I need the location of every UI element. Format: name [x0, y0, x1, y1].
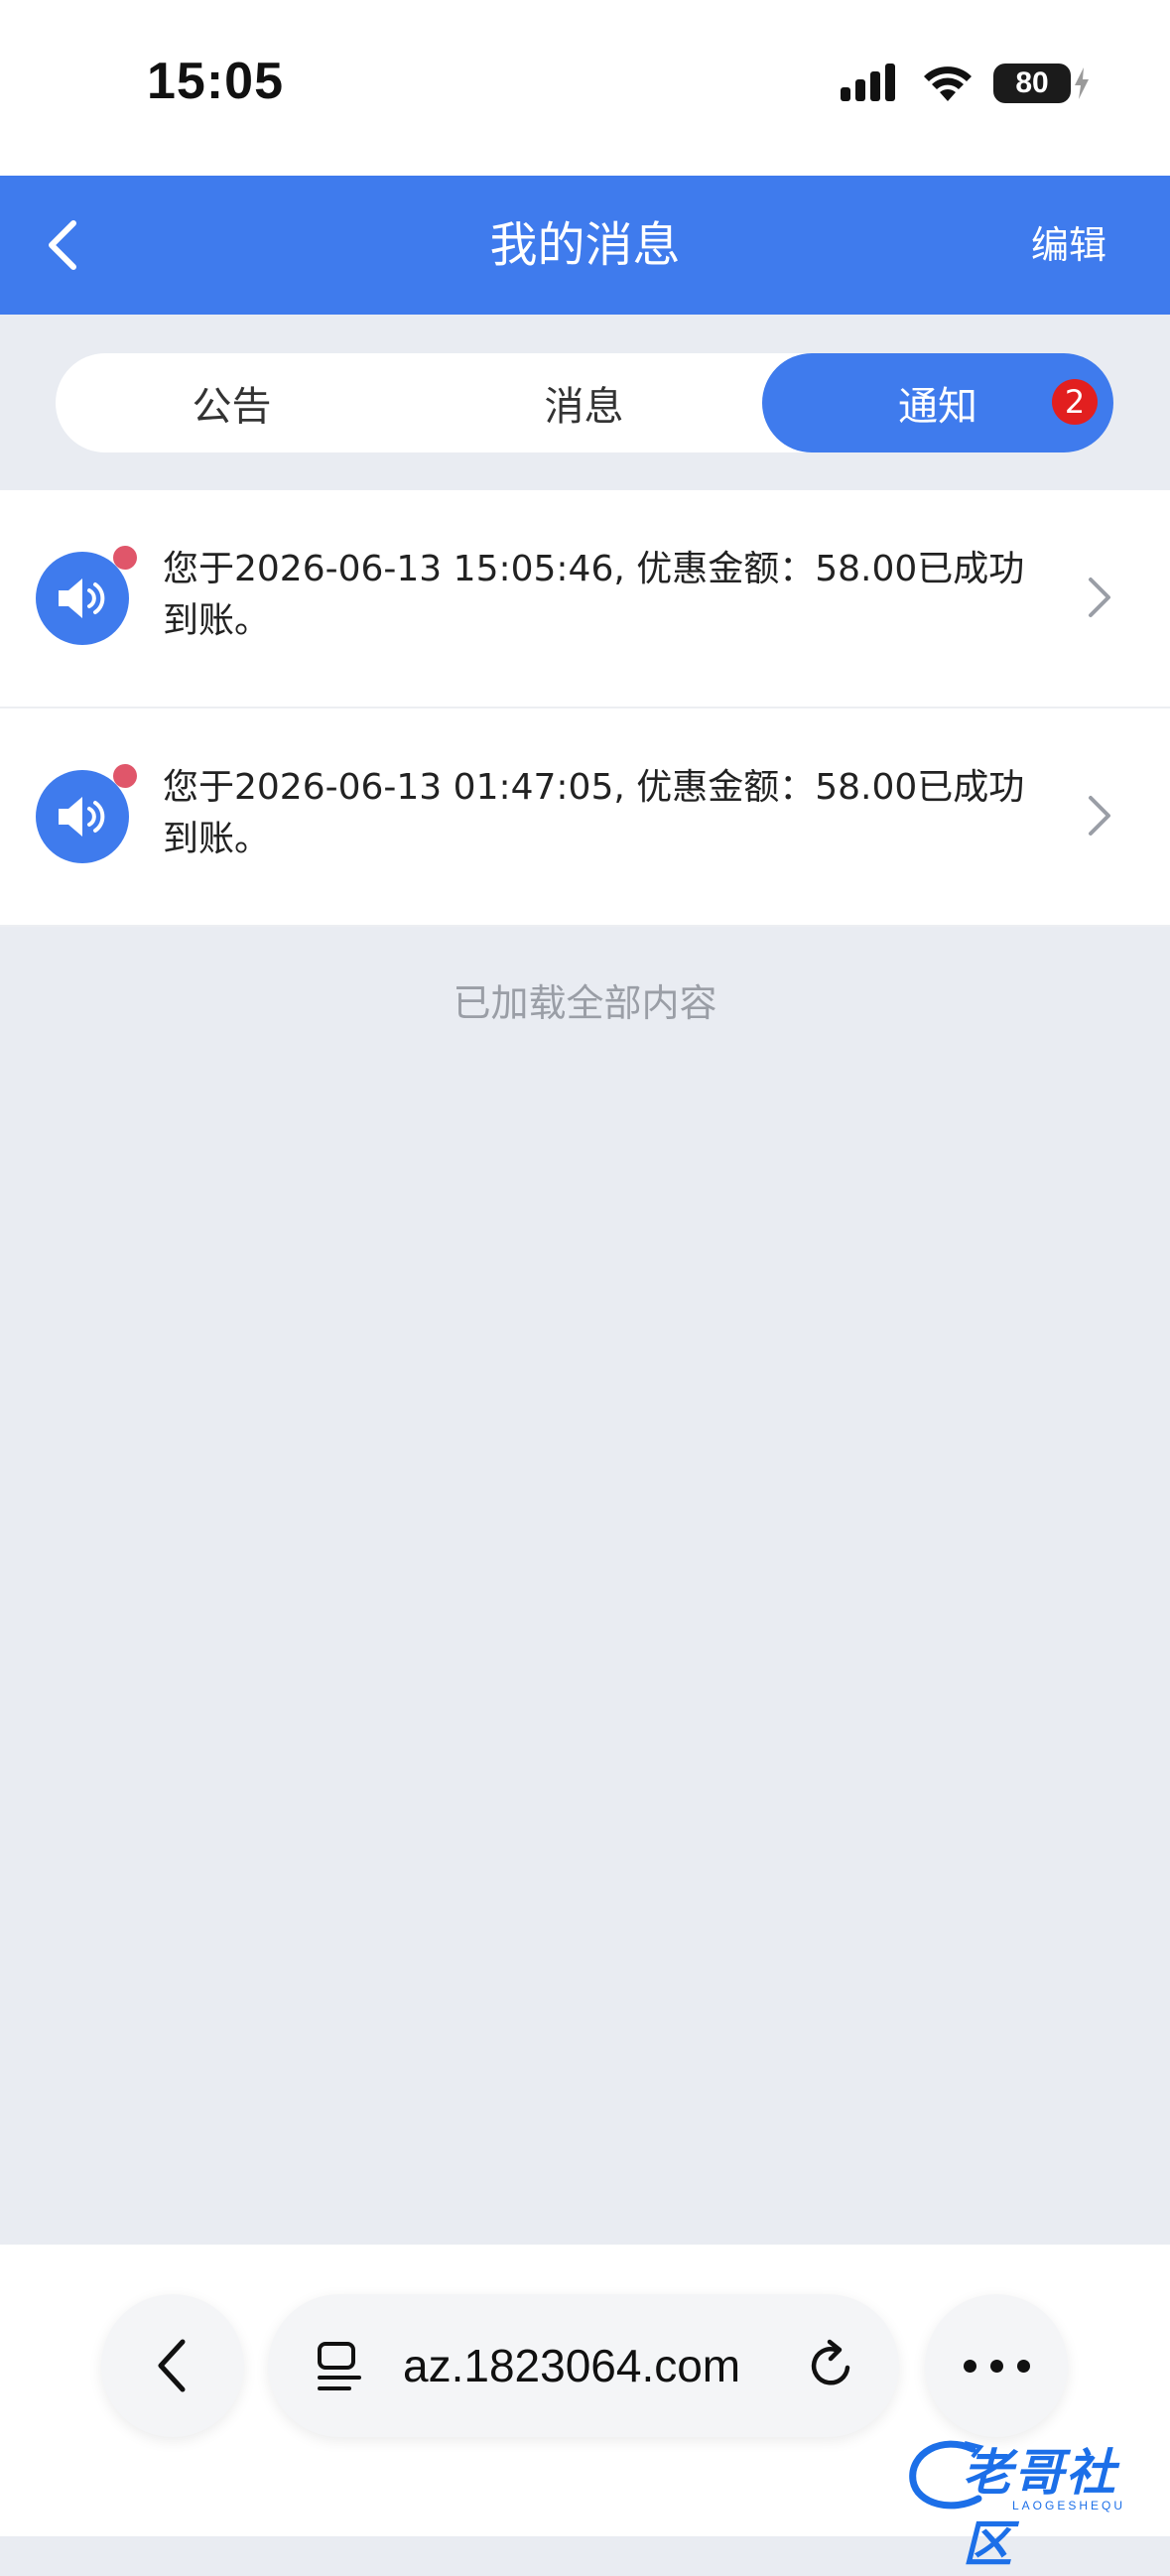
notice-icon-wrap — [36, 764, 137, 863]
notice-icon-wrap — [36, 546, 137, 645]
tab-notifications[interactable]: 通知 2 — [762, 353, 1113, 452]
tab-label: 消息 — [544, 384, 624, 430]
chevron-left-icon — [158, 2339, 186, 2392]
cellular-signal-icon — [841, 64, 895, 101]
address-bar[interactable]: az.1823064.com — [268, 2294, 899, 2437]
nav-header: 我的消息 编辑 — [0, 176, 1170, 315]
list-item[interactable]: 您于2026-06-13 01:47:05, 优惠金额：58.00已成功到账。 — [0, 708, 1170, 927]
battery-level: 80 — [1015, 66, 1049, 99]
notice-list: 您于2026-06-13 15:05:46, 优惠金额：58.00已成功到账。 … — [0, 490, 1170, 927]
reload-icon[interactable] — [804, 2338, 859, 2393]
page-menu-icon — [318, 2342, 361, 2390]
url-text: az.1823064.com — [403, 2340, 741, 2391]
more-icon — [963, 2359, 1030, 2373]
list-item[interactable]: 您于2026-06-13 15:05:46, 优惠金额：58.00已成功到账。 — [0, 490, 1170, 708]
edit-button[interactable]: 编辑 — [1031, 219, 1106, 271]
tab-label: 公告 — [192, 384, 272, 430]
speaker-icon — [36, 552, 129, 645]
page-title: 我的消息 — [489, 217, 681, 273]
tab-announcements[interactable]: 公告 — [56, 353, 408, 452]
notice-text: 您于2026-06-13 01:47:05, 优惠金额：58.00已成功到账。 — [163, 767, 1025, 859]
tab-messages[interactable]: 消息 — [408, 353, 760, 452]
unread-dot — [113, 764, 137, 788]
watermark-logo: 老哥社区 LAOGESHEQU — [903, 2429, 1163, 2573]
notice-text: 您于2026-06-13 15:05:46, 优惠金额：58.00已成功到账。 — [163, 549, 1025, 641]
browser-back-button[interactable] — [101, 2294, 244, 2437]
speaker-icon — [36, 770, 129, 863]
tab-bar: 公告 消息 通知 2 — [56, 353, 1113, 452]
status-icons: 80 — [841, 62, 1089, 105]
chevron-right-icon — [1089, 796, 1110, 836]
wifi-icon — [924, 66, 972, 101]
charging-bolt-icon — [1075, 67, 1089, 99]
battery-icon: 80 — [993, 64, 1089, 103]
unread-count-badge: 2 — [1052, 379, 1098, 425]
unread-dot — [113, 546, 137, 570]
more-options-button[interactable] — [925, 2294, 1068, 2437]
chevron-right-icon — [1089, 578, 1110, 617]
status-time: 15:05 — [147, 53, 284, 110]
tab-label: 通知 — [898, 384, 977, 430]
list-end-text: 已加载全部内容 — [453, 981, 717, 1025]
watermark-subtext: LAOGESHEQU — [1012, 2499, 1126, 2512]
status-bar: 15:05 80 — [0, 0, 1170, 176]
